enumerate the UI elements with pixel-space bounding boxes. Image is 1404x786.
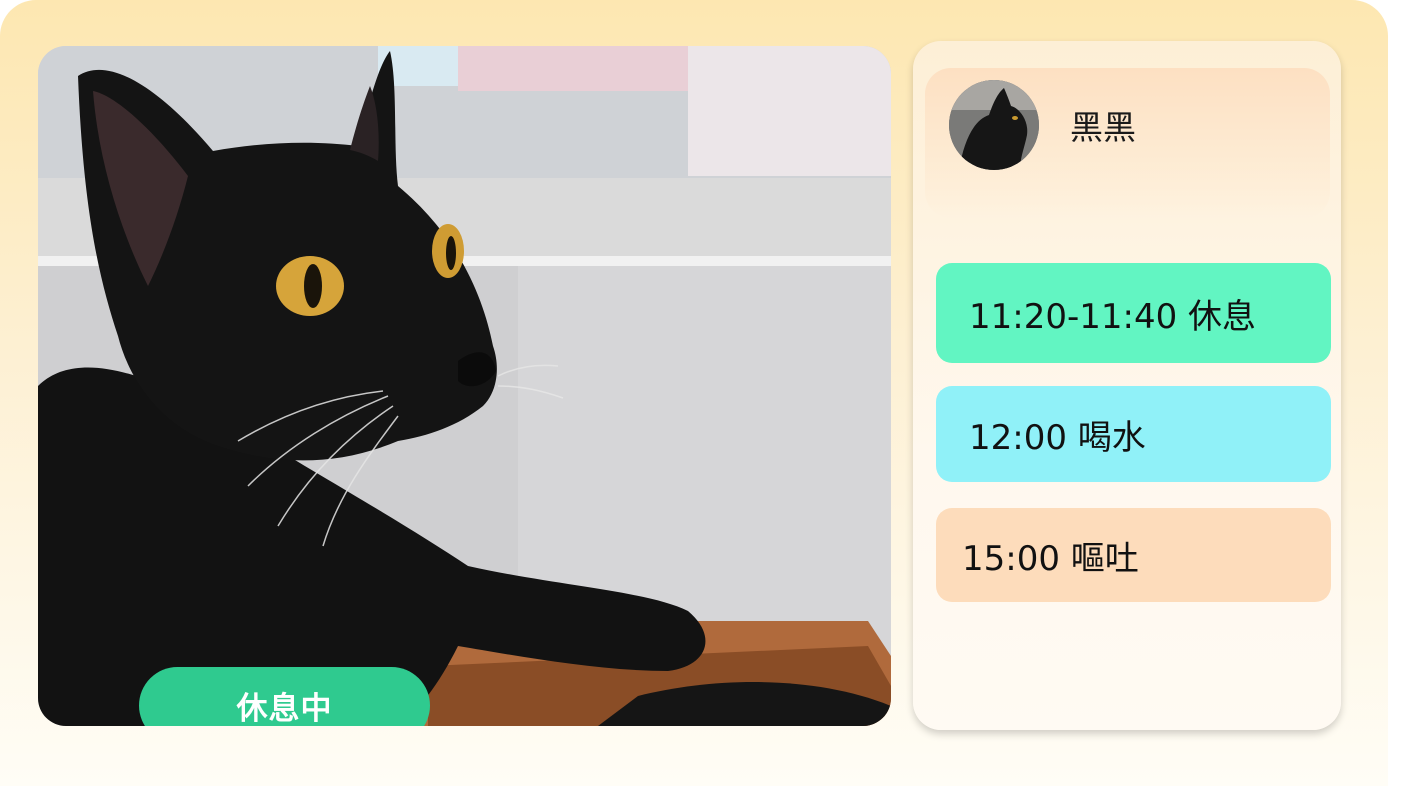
pet-photo: 休息中 [38, 46, 891, 726]
event-label: 12:00 喝水 [969, 417, 1146, 458]
event-label: 11:20-11:40 休息 [969, 296, 1257, 337]
activity-panel: 黑黑 11:20-11:40 休息 12:00 喝水 15:00 嘔吐 [913, 41, 1341, 730]
event-item-vomit[interactable]: 15:00 嘔吐 [936, 508, 1331, 602]
event-item-rest[interactable]: 11:20-11:40 休息 [936, 263, 1331, 363]
status-badge[interactable]: 休息中 [139, 667, 430, 726]
event-label: 15:00 嘔吐 [962, 538, 1139, 579]
cat-image [38, 46, 891, 726]
avatar [949, 80, 1039, 170]
pet-profile-header[interactable]: 黑黑 [925, 68, 1330, 218]
event-item-drink[interactable]: 12:00 喝水 [936, 386, 1331, 482]
pet-name: 黑黑 [1070, 108, 1136, 147]
